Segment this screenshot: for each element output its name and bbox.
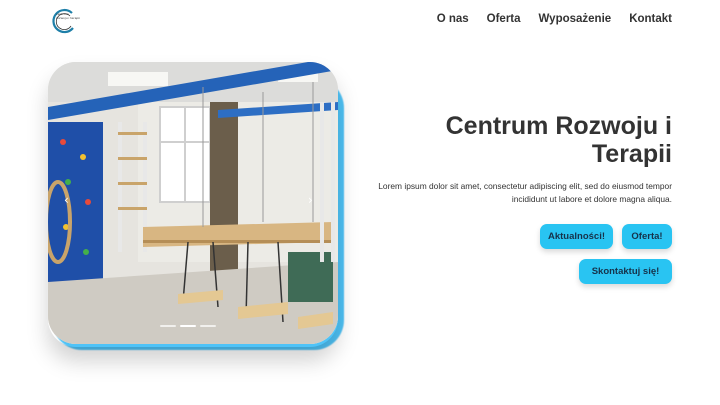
nav-link-about[interactable]: O nas xyxy=(437,13,469,25)
therapy-room-photo xyxy=(48,62,338,344)
slider-dot-active[interactable] xyxy=(180,325,196,327)
contact-button[interactable]: Skontaktuj się! xyxy=(579,259,672,284)
nav-link-equipment[interactable]: Wyposażenie xyxy=(539,13,612,25)
slider-dot[interactable] xyxy=(160,325,176,327)
hero-subtitle: Lorem ipsum dolor sit amet, consectetur … xyxy=(378,181,672,204)
slider-dots xyxy=(160,325,216,327)
news-button[interactable]: Aktualności! xyxy=(540,224,613,249)
chevron-left-icon[interactable]: ‹ xyxy=(64,193,69,207)
main-nav: O nas Oferta Wyposażenie Kontakt xyxy=(437,13,672,25)
logo-text: centrum rozwoju i terapii xyxy=(56,12,81,20)
chevron-right-icon[interactable]: › xyxy=(308,193,313,207)
nav-link-offer[interactable]: Oferta xyxy=(487,13,521,25)
nav-link-contact[interactable]: Kontakt xyxy=(629,13,672,25)
page-title: Centrum Rozwoju i Terapii xyxy=(445,112,672,168)
offer-button[interactable]: Oferta! xyxy=(622,224,672,249)
image-slider[interactable] xyxy=(48,62,338,344)
slider-dot[interactable] xyxy=(200,325,216,327)
